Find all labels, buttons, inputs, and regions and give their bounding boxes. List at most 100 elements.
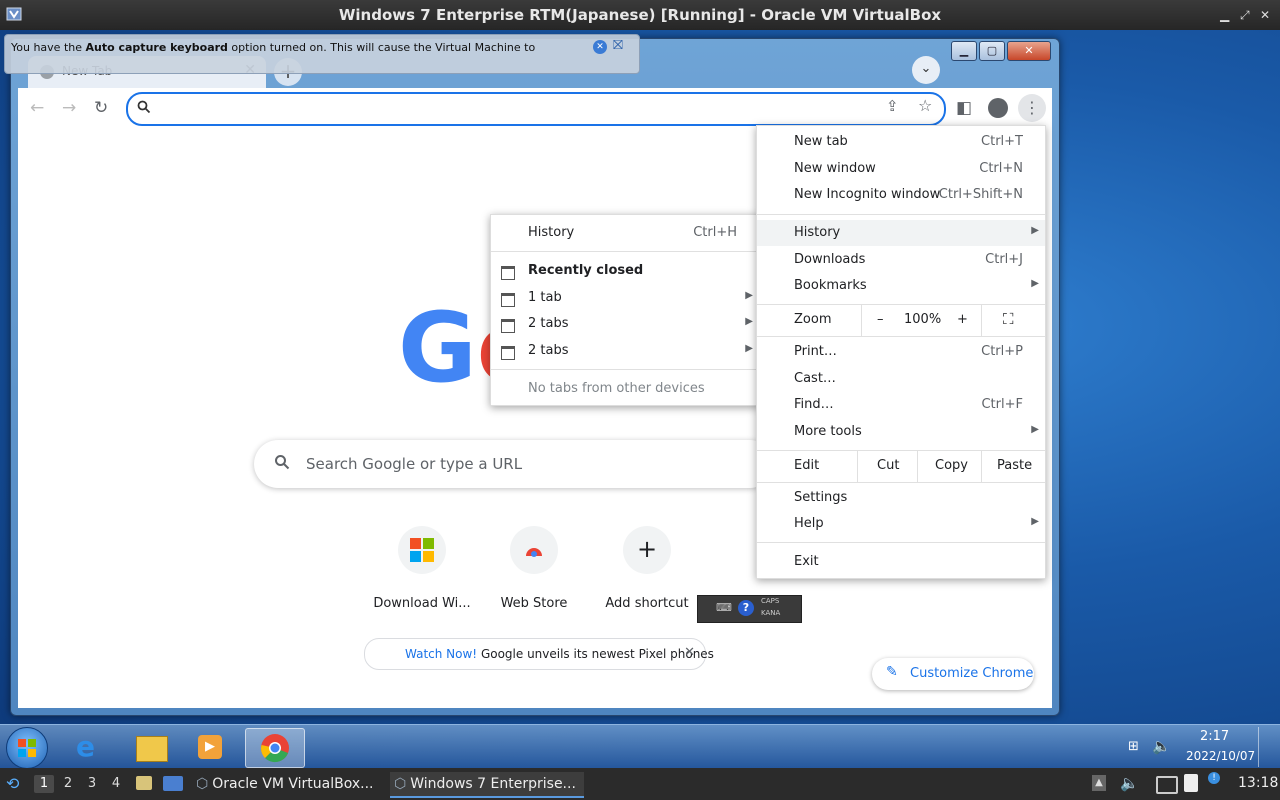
reload-icon[interactable]: ↻ bbox=[94, 88, 108, 128]
menu-help[interactable]: Help ▶ bbox=[757, 511, 1045, 537]
menu-history[interactable]: History ▶ bbox=[757, 220, 1045, 246]
shortcut-download-windows[interactable]: Download Wi... bbox=[367, 526, 477, 611]
taskbar-media-player-icon[interactable]: ▶ bbox=[182, 728, 238, 766]
zoom-out-button[interactable]: – bbox=[877, 312, 884, 327]
menu-item-label: More tools bbox=[794, 424, 862, 439]
host-task-virtualbox-manager[interactable]: ⬡ Oracle VM VirtualBox... bbox=[196, 772, 386, 796]
menu-more-tools[interactable]: More tools ▶ bbox=[757, 419, 1045, 445]
zoom-in-button[interactable]: + bbox=[957, 312, 968, 327]
paste-button[interactable]: Paste bbox=[997, 458, 1032, 473]
ntp-search-box[interactable]: Search Google or type a URL bbox=[254, 440, 774, 488]
menu-item-label: History bbox=[528, 225, 575, 240]
submenu-arrow-icon: ▶ bbox=[1031, 278, 1039, 289]
host-panel: ⟲ 1 2 3 4 ⬡ Oracle VM VirtualBox... ⬡ Wind… bbox=[0, 768, 1280, 800]
panel-volume-icon[interactable]: 🔈 bbox=[1120, 774, 1139, 792]
menu-item-label: 2 tabs bbox=[528, 316, 569, 331]
file-manager-icon[interactable] bbox=[136, 776, 152, 790]
maximize-icon[interactable]: ⤢ bbox=[1240, 8, 1250, 23]
profile-avatar-icon[interactable] bbox=[988, 98, 1008, 118]
notification-info-icon[interactable]: ⛝ bbox=[613, 38, 623, 53]
customize-chrome-button[interactable]: ✎ Customize Chrome bbox=[872, 658, 1034, 690]
help-icon[interactable]: ? bbox=[738, 600, 754, 616]
workspace-3[interactable]: 3 bbox=[82, 775, 102, 793]
menu-item-label: No tabs from other devices bbox=[528, 381, 705, 396]
shortcut-label: Web Store bbox=[500, 596, 568, 611]
vbox-window-title: Windows 7 Enterprise RTM(Japanese) [Runn… bbox=[338, 6, 942, 24]
promo-banner: Watch Now! Google unveils its newest Pix… bbox=[364, 638, 714, 670]
menu-item-label: Recently closed bbox=[528, 263, 644, 278]
submenu-arrow-icon: ▶ bbox=[745, 290, 753, 301]
menu-item-shortcut: Ctrl+Shift+N bbox=[938, 187, 1023, 202]
win7-clock-date[interactable]: 2022/10/07 bbox=[1186, 749, 1255, 763]
omnibox[interactable]: ⇪ ☆ bbox=[126, 92, 946, 126]
taskbar-chrome-icon[interactable] bbox=[245, 728, 305, 768]
submenu-arrow-icon: ▶ bbox=[745, 343, 753, 354]
tray-volume-icon[interactable]: 🔈 bbox=[1152, 737, 1171, 755]
panel-eject-icon[interactable]: ▲ bbox=[1092, 775, 1106, 791]
tab-search-chevron-icon[interactable]: ⌄ bbox=[912, 56, 940, 84]
menu-downloads[interactable]: Downloads Ctrl+J bbox=[757, 247, 1045, 273]
menu-new-window[interactable]: New window Ctrl+N bbox=[757, 156, 1045, 182]
menu-print[interactable]: Print… Ctrl+P bbox=[757, 339, 1045, 365]
show-desktop-button[interactable] bbox=[1258, 727, 1279, 767]
menu-cast[interactable]: Cast… bbox=[757, 366, 1045, 392]
recently-closed-item[interactable]: 2 tabs ▶ bbox=[491, 311, 759, 337]
plus-icon: + bbox=[636, 535, 658, 563]
host-menu-icon[interactable]: ⟲ bbox=[6, 774, 19, 793]
menu-exit[interactable]: Exit bbox=[757, 549, 1045, 575]
tray-network-icon[interactable]: ⊞ bbox=[1128, 739, 1139, 754]
back-icon[interactable]: ← bbox=[30, 88, 44, 128]
history-menu-item[interactable]: History Ctrl+H bbox=[491, 220, 759, 246]
menu-item-label: Edit bbox=[794, 458, 820, 473]
menu-item-label: Help bbox=[794, 516, 824, 531]
recently-closed-item[interactable]: 2 tabs ▶ bbox=[491, 338, 759, 364]
fullscreen-icon[interactable]: ⛶ bbox=[1003, 310, 1014, 328]
shortcut-web-store[interactable]: Web Store bbox=[479, 526, 589, 611]
menu-settings[interactable]: Settings bbox=[757, 485, 1045, 511]
chrome-menu-kebab-icon[interactable]: ⋮ bbox=[1018, 94, 1046, 122]
recently-closed-header: Recently closed bbox=[491, 258, 759, 284]
menu-item-shortcut: Ctrl+N bbox=[979, 161, 1023, 176]
virtualbox-icon: ⬡ bbox=[394, 776, 407, 792]
panel-notification-icon[interactable]: ! bbox=[1208, 772, 1220, 784]
menu-bookmarks[interactable]: Bookmarks ▶ bbox=[757, 273, 1045, 299]
workspace-1[interactable]: 1 bbox=[34, 775, 54, 793]
notice-text-bold: Auto capture keyboard bbox=[85, 41, 228, 54]
menu-zoom-row: Zoom – 100% + ⛶ bbox=[757, 304, 1045, 336]
menu-new-incognito[interactable]: New Incognito window Ctrl+Shift+N bbox=[757, 182, 1045, 208]
menu-item-label: New window bbox=[794, 161, 876, 176]
ime-language-bar[interactable]: ⌨ ? CAPS KANA bbox=[697, 595, 802, 623]
bookmark-star-icon[interactable]: ☆ bbox=[918, 96, 932, 115]
pencil-icon: ✎ bbox=[886, 664, 898, 680]
recently-closed-item[interactable]: 1 tab ▶ bbox=[491, 285, 759, 311]
task-label: Windows 7 Enterprise... bbox=[410, 776, 576, 792]
panel-display-icon[interactable] bbox=[1156, 776, 1178, 794]
windows-start-orb-icon[interactable] bbox=[6, 727, 48, 769]
menu-item-label: Downloads bbox=[794, 252, 866, 267]
minimize-icon[interactable]: ▁ bbox=[1220, 8, 1229, 22]
host-task-windows7[interactable]: ⬡ Windows 7 Enterprise... bbox=[390, 772, 584, 798]
host-clock[interactable]: 13:18 bbox=[1238, 775, 1278, 791]
shortcut-label: Download Wi... bbox=[373, 596, 471, 611]
panel-clipboard-icon[interactable] bbox=[1184, 774, 1198, 792]
copy-button[interactable]: Copy bbox=[935, 458, 968, 473]
promo-link[interactable]: Watch Now! bbox=[405, 647, 477, 661]
notification-close-icon[interactable]: ✕ bbox=[593, 40, 607, 54]
show-desktop-icon[interactable] bbox=[163, 776, 183, 791]
shortcut-add[interactable]: + Add shortcut bbox=[592, 526, 702, 611]
win7-clock-time[interactable]: 2:17 bbox=[1200, 729, 1229, 744]
close-icon[interactable]: ✕ bbox=[1260, 8, 1270, 22]
cut-button[interactable]: Cut bbox=[877, 458, 899, 473]
keyboard-icon[interactable]: ⌨ bbox=[716, 601, 732, 614]
workspace-4[interactable]: 4 bbox=[106, 775, 126, 793]
forward-icon[interactable]: → bbox=[62, 88, 76, 128]
taskbar-explorer-icon[interactable] bbox=[122, 728, 178, 766]
workspace-2[interactable]: 2 bbox=[58, 775, 78, 793]
share-icon[interactable]: ⇪ bbox=[886, 97, 899, 115]
taskbar-ie-icon[interactable]: e bbox=[62, 728, 118, 766]
promo-text: Google unveils its newest Pixel phones bbox=[477, 647, 714, 661]
side-panel-icon[interactable]: ◧ bbox=[956, 88, 972, 128]
promo-close-icon[interactable]: ✕ bbox=[684, 645, 695, 660]
menu-new-tab[interactable]: New tab Ctrl+T bbox=[757, 129, 1045, 155]
menu-find[interactable]: Find… Ctrl+F bbox=[757, 392, 1045, 418]
